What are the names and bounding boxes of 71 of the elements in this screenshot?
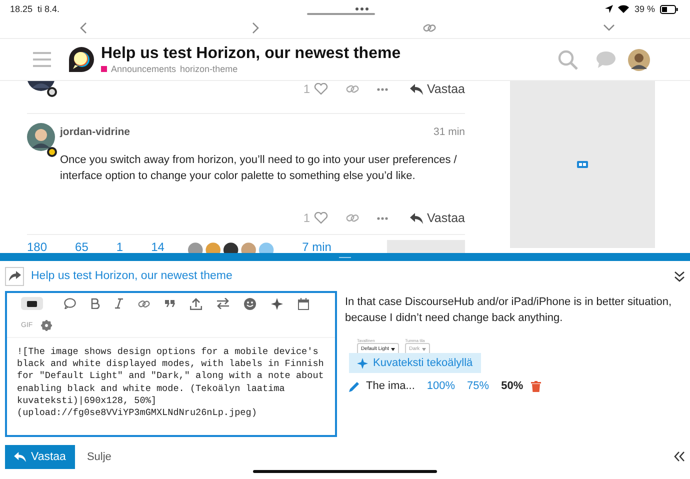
more-icon — [354, 7, 369, 11]
forward-arrow-icon — [8, 271, 20, 281]
more-icon[interactable] — [377, 88, 388, 90]
image-size-option[interactable]: 75% — [467, 380, 490, 392]
editor-text[interactable]: ![The image shows design options for a mobile device's black and white displayed modes, with labels in Finnish for "Default Light" and "Dark," along with a note about enabling black and white mode. (Tekoälyn laatima kuvateksti)|690x128, 50%](upload://fg0se8VViYP3mGMXLNdNru26nLp.jpeg) — [7, 338, 335, 420]
user-badge-icon — [47, 87, 57, 97]
logo-icon[interactable] — [68, 46, 95, 74]
user-avatar[interactable] — [628, 48, 650, 70]
calendar-icon[interactable] — [298, 298, 309, 310]
image-caption[interactable]: The ima... — [366, 380, 415, 392]
close-button[interactable]: Sulje — [80, 450, 118, 464]
category-link[interactable]: Announcements — [111, 64, 176, 74]
status-date: ti 8.4. — [38, 4, 60, 14]
caret-icon — [391, 348, 396, 350]
chevron-down-icon[interactable] — [603, 24, 615, 32]
reply-icon — [410, 212, 423, 224]
author-name[interactable]: jordan-vidrine — [60, 126, 130, 138]
ad-icon — [577, 161, 588, 168]
settings-icon[interactable] — [40, 320, 52, 331]
battery-icon — [660, 4, 678, 14]
tag-link[interactable]: horizon-theme — [180, 64, 238, 74]
trash-icon[interactable] — [531, 380, 542, 392]
reply-topic-link[interactable]: Help us test Horizon, our newest theme — [31, 270, 232, 282]
wifi-icon — [618, 5, 630, 13]
reply-icon — [410, 84, 423, 94]
markdown-icon — [27, 300, 37, 306]
reply-icon — [14, 452, 26, 462]
emoji-icon[interactable] — [244, 298, 256, 310]
more-icon[interactable] — [377, 216, 388, 220]
user-badge-icon — [47, 147, 57, 157]
status-time: 18.25 — [10, 4, 33, 14]
image-size-option[interactable]: 50% — [501, 380, 524, 392]
stat-number: 180 — [27, 240, 48, 253]
like-count: 1 — [303, 211, 310, 225]
upload-icon[interactable] — [190, 298, 202, 310]
back-icon[interactable] — [80, 22, 88, 34]
topic-title[interactable]: Help us test Horizon, our newest theme — [101, 45, 401, 63]
speech-bubble-icon[interactable] — [64, 298, 76, 309]
editor[interactable] — [5, 291, 337, 437]
markdown-toggle[interactable] — [21, 297, 43, 310]
link-icon[interactable] — [138, 298, 150, 308]
link-icon[interactable] — [423, 23, 436, 33]
expand-icon[interactable] — [674, 451, 685, 462]
post-text: Once you switch away from horizon, you’ll need to go into your user preferences / interface option to change your color palette to something else you’d like. — [60, 153, 458, 184]
stat-number: 1 — [116, 240, 124, 253]
battery-percent: 39 % — [634, 4, 655, 14]
forward-icon[interactable] — [251, 22, 259, 34]
sparkle-icon[interactable] — [271, 298, 283, 310]
image-size-option[interactable]: 100% — [426, 380, 456, 392]
reply-type-button[interactable] — [5, 266, 24, 286]
author-avatar[interactable] — [27, 123, 55, 151]
location-icon — [605, 5, 614, 13]
stat-number: 65 — [75, 240, 88, 253]
preview-text: In that case DiscourseHub and/or iPad/iPhone is in better situation, because I didn’t need change back anything. — [345, 295, 673, 326]
submit-reply-button[interactable]: Vastaa — [5, 444, 75, 468]
reply-button[interactable]: Vastaa — [410, 211, 465, 225]
stat-time: 7 min — [302, 240, 332, 253]
stat-number: 14 — [151, 240, 164, 253]
bold-icon[interactable] — [91, 298, 100, 309]
sparkle-icon — [357, 358, 368, 368]
like-count: 1 — [303, 82, 310, 96]
collapse-icon[interactable] — [674, 270, 685, 282]
reply-button[interactable]: Vastaa — [410, 82, 465, 96]
post-time: 31 min — [433, 126, 465, 138]
quote-icon[interactable] — [165, 300, 175, 307]
heart-icon[interactable] — [314, 83, 328, 95]
pencil-icon[interactable] — [349, 380, 360, 392]
caret-icon — [422, 348, 426, 350]
swap-icon[interactable] — [217, 298, 229, 309]
heart-icon[interactable] — [314, 212, 328, 224]
italic-icon[interactable] — [115, 298, 123, 309]
